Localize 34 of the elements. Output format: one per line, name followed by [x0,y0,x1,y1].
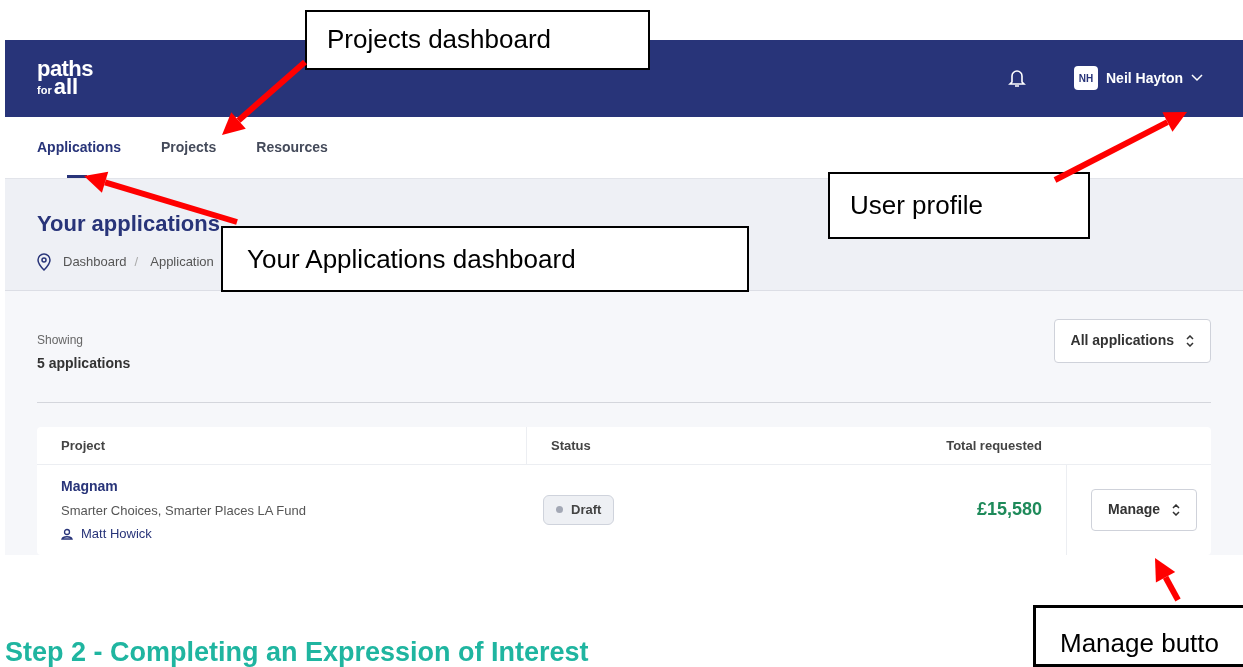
manage-button[interactable]: Manage [1091,489,1198,531]
project-link[interactable]: Magnam [61,476,527,497]
avatar: NH [1074,66,1098,91]
column-header: Project [37,427,527,464]
callout-box: Your Applications dashboard [221,226,749,292]
callout-box: Projects dashboard [305,10,650,70]
chevron-down-icon [1191,74,1203,83]
section-heading: Step 2 - Completing an Expression of Interest [5,636,589,667]
status-badge: Draft [543,495,615,525]
fund-name: Smarter Choices, Smarter Places LA Fund [61,502,307,520]
nav-tab[interactable]: Projects [161,116,217,179]
logo: paths forall [37,58,93,99]
showing-label: Showing [37,332,85,349]
owner-name: Matt Howick [81,525,152,544]
column-header: Total requested [945,436,1042,455]
nav-tab[interactable]: Resources [256,116,328,179]
user-menu[interactable]: NH Neil Hayton [1074,66,1203,91]
breadcrumb-separator: / [134,253,139,272]
breadcrumb-link[interactable]: Dashboard [63,252,127,272]
filter-dropdown[interactable]: All applications [1053,319,1211,363]
callout-box: User profile [828,172,1090,239]
sort-icon [1172,504,1181,516]
location-pin-icon [37,253,51,272]
application-count: 5 applications [37,354,131,373]
amount-requested: £15,580 [975,498,1042,522]
breadcrumb-link[interactable]: Application [150,252,214,272]
person-icon [61,528,73,541]
sort-icon [1186,335,1194,347]
arrow [1155,558,1181,602]
bell-icon[interactable] [1008,68,1026,89]
nav-tab[interactable]: Applications [37,116,121,179]
callout-box: Manage butto [1033,605,1243,667]
user-name: Neil Hayton [1106,68,1183,88]
column-header: Status [550,436,592,455]
